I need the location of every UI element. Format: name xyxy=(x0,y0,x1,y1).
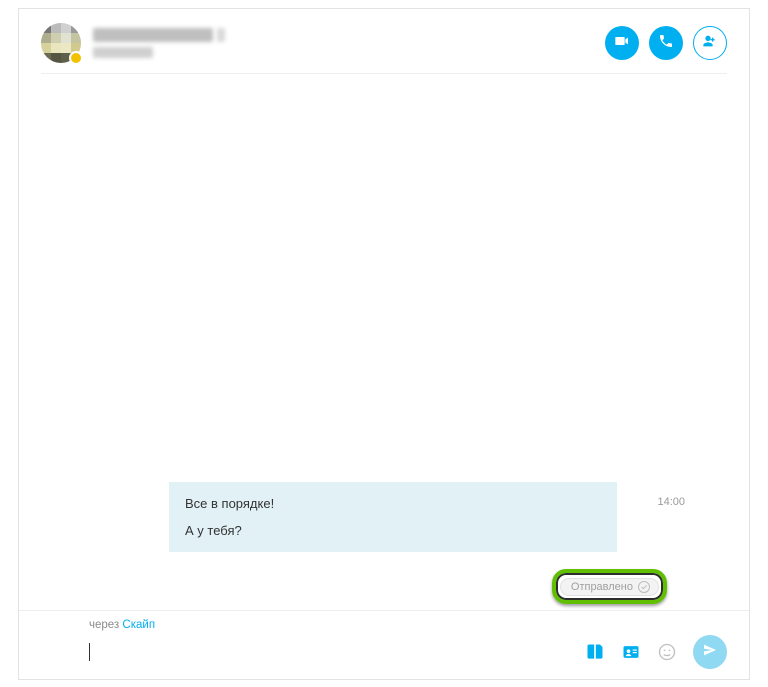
contact-info[interactable]: █████ ████████ ████████ xyxy=(93,28,605,58)
contact-status-text: ████████ xyxy=(93,47,153,58)
header-actions xyxy=(605,26,727,60)
message-timestamp: 14:00 xyxy=(617,482,685,508)
input-actions xyxy=(585,635,727,669)
delivery-status-pill[interactable]: Отправлено xyxy=(560,578,659,596)
send-button[interactable] xyxy=(693,635,727,669)
via-link[interactable]: Скайп xyxy=(122,619,155,631)
video-icon xyxy=(614,33,630,54)
text-caret xyxy=(89,643,90,661)
input-row xyxy=(89,635,727,669)
add-user-icon xyxy=(702,33,718,54)
message-input[interactable] xyxy=(92,638,575,666)
checkmark-icon xyxy=(638,581,650,593)
send-contact-button[interactable] xyxy=(621,642,641,662)
audio-call-button[interactable] xyxy=(649,26,683,60)
send-icon xyxy=(702,642,718,663)
chat-header: █████ ████████ ████████ xyxy=(19,9,749,73)
phone-icon xyxy=(658,33,674,54)
message-line-2: А у тебя? xyxy=(185,523,601,538)
outgoing-message: Все в порядке! А у тебя? 14:00 xyxy=(41,482,727,552)
contact-name-extra xyxy=(217,28,225,42)
contact-avatar[interactable] xyxy=(41,23,81,63)
attach-file-button[interactable] xyxy=(585,642,605,662)
via-line: через Скайп xyxy=(89,619,727,631)
video-call-button[interactable] xyxy=(605,26,639,60)
add-people-button[interactable] xyxy=(693,26,727,60)
presence-away-icon xyxy=(69,51,83,65)
emoji-button[interactable] xyxy=(657,642,677,662)
delivery-status-label: Отправлено xyxy=(571,581,633,593)
message-line-1: Все в порядке! xyxy=(185,496,601,511)
conversation-area: Все в порядке! А у тебя? 14:00 Отправлен… xyxy=(19,74,749,610)
chat-window: █████ ████████ ████████ xyxy=(18,8,750,680)
message-input-area: через Скайп xyxy=(19,610,749,679)
message-bubble[interactable]: Все в порядке! А у тебя? xyxy=(169,482,617,552)
delivery-status: Отправлено xyxy=(560,577,659,596)
via-prefix: через xyxy=(89,619,122,631)
contact-name: █████ ████████ xyxy=(93,28,213,42)
